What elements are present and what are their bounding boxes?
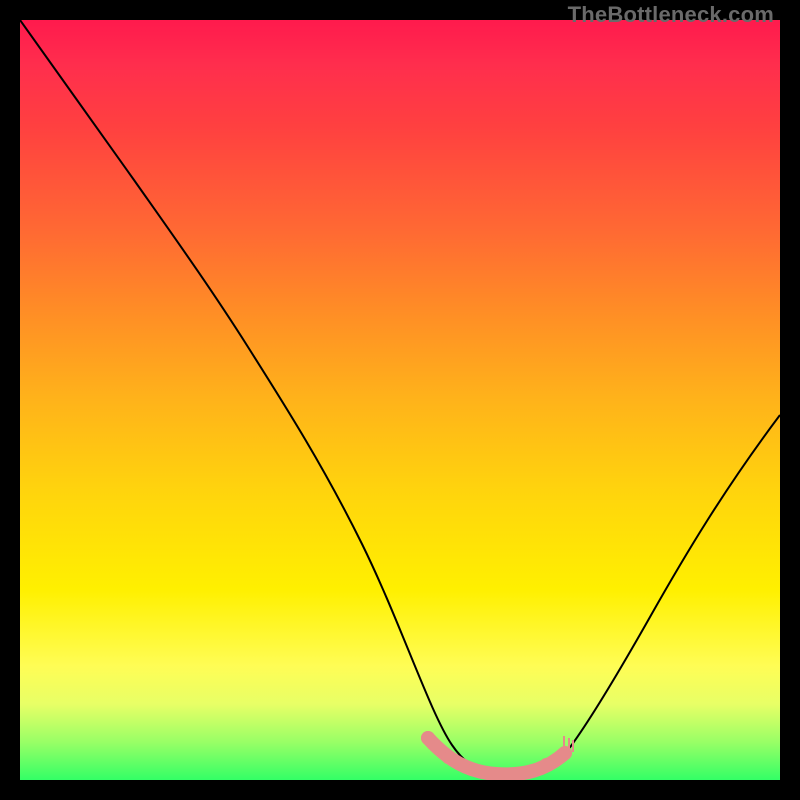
bottleneck-curve bbox=[20, 20, 780, 776]
plot-area bbox=[20, 20, 780, 780]
accent-dot bbox=[492, 768, 504, 780]
chart-frame: TheBottleneck.com bbox=[0, 0, 800, 800]
accent-dot bbox=[442, 752, 454, 764]
accent-dot bbox=[558, 746, 572, 760]
watermark-text: TheBottleneck.com bbox=[568, 2, 774, 28]
accent-dot bbox=[540, 758, 552, 770]
accent-dot bbox=[421, 731, 435, 745]
curve-svg bbox=[20, 20, 780, 780]
accent-dot bbox=[518, 766, 530, 778]
accent-dot bbox=[466, 764, 478, 776]
